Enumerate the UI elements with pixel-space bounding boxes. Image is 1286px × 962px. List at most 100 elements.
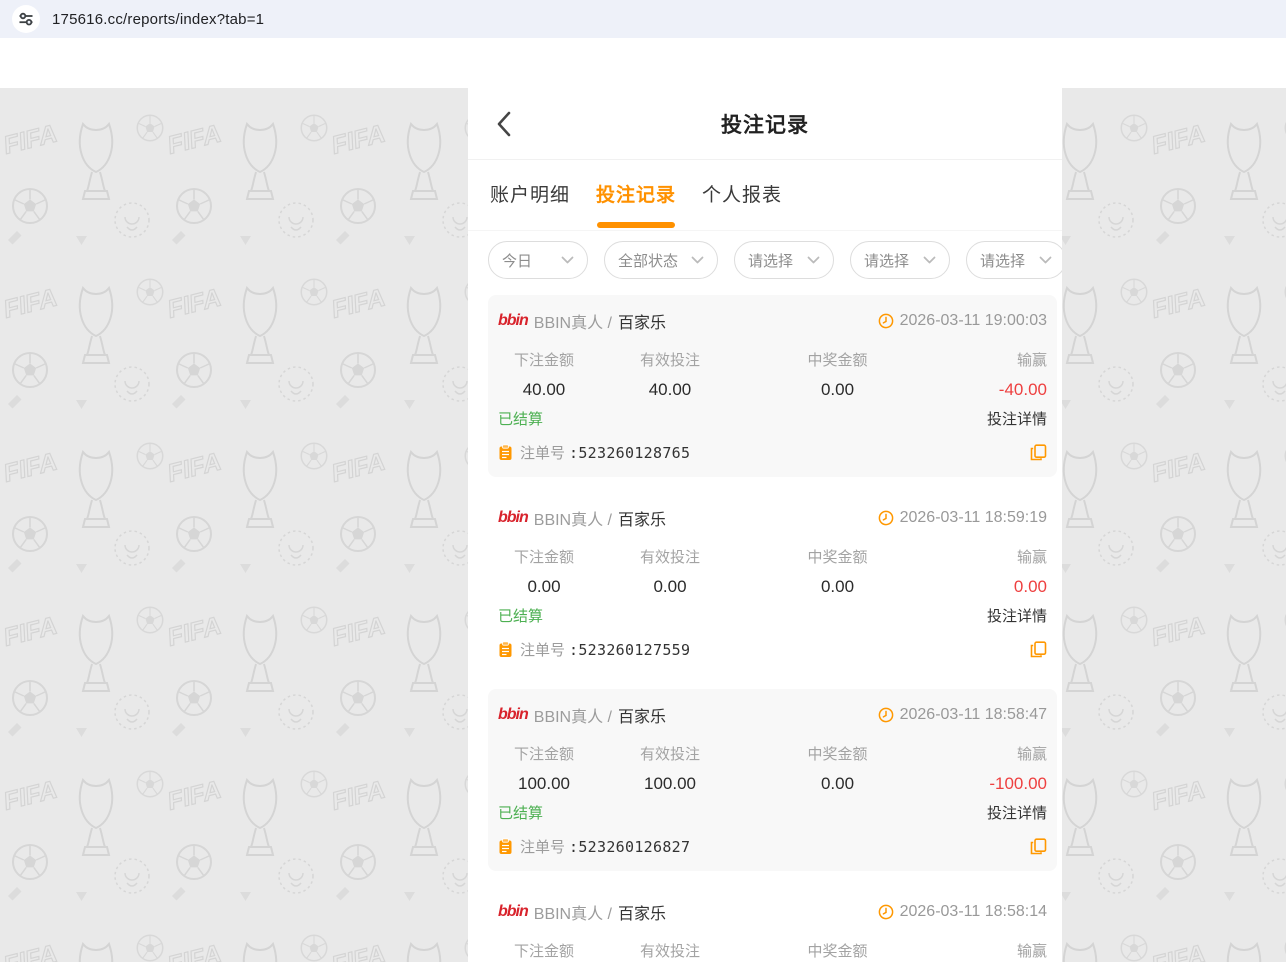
tune-icon <box>17 10 35 28</box>
chevron-down-icon <box>561 256 574 264</box>
bet-detail-link[interactable]: 投注详情 <box>987 605 1047 626</box>
stat-label-win-amount: 中奖金额 <box>750 940 925 961</box>
order-note-icon <box>498 641 513 658</box>
order-row: 注单号 :523260126827 <box>498 836 1047 857</box>
page-background: FIFA <box>0 88 1286 962</box>
filter-label: 请选择 <box>748 250 793 271</box>
stat-label-win-amount: 中奖金额 <box>750 743 925 764</box>
win-amount-value: 0.00 <box>750 577 925 597</box>
stat-label-win-loss: 输赢 <box>925 349 1047 370</box>
valid-bet-value: 100.00 <box>590 774 750 794</box>
filter-dropdown[interactable]: 全部状态 <box>604 241 718 279</box>
browser-url-bar[interactable]: 175616.cc/reports/index?tab=1 <box>0 0 1286 38</box>
clock-icon <box>878 510 894 526</box>
stat-label-win-amount: 中奖金额 <box>750 349 925 370</box>
page-title: 投注记录 <box>721 109 809 139</box>
chevron-down-icon <box>923 256 936 264</box>
game-name: 百家乐 <box>618 703 666 727</box>
time-group: 2026-03-11 18:58:14 <box>878 903 1047 921</box>
provider-name: BBIN真人 / <box>534 900 612 924</box>
tab-bet-records[interactable]: 投注记录 <box>596 180 676 230</box>
record-header-row: bbin BBIN真人 / 百家乐 2026-03-11 19:00:03 <box>498 309 1047 333</box>
filter-bar: 今日 全部状态 请选择 请选择 请选择 <box>468 231 1062 291</box>
records-list: bbin BBIN真人 / 百家乐 2026-03-11 19:00:03 下注… <box>468 291 1062 962</box>
order-note-icon <box>498 444 513 461</box>
filter-label: 请选择 <box>980 250 1025 271</box>
status-row: 已结算 投注详情 <box>498 408 1047 429</box>
stat-labels-row: 下注金额 40.00 有效投注 40.00 中奖金额 0.00 输赢 -40.0… <box>498 349 1047 400</box>
game-name: 百家乐 <box>618 309 666 333</box>
record-header-row: bbin BBIN真人 / 百家乐 2026-03-11 18:58:14 <box>498 900 1047 924</box>
stat-labels-row: 下注金额 0.00 有效投注 0.00 中奖金额 0.00 输赢 0.00 <box>498 546 1047 597</box>
game-name: 百家乐 <box>618 506 666 530</box>
bet-record-card: bbin BBIN真人 / 百家乐 2026-03-11 18:58:47 下注… <box>488 689 1057 871</box>
bbin-logo: bbin <box>498 903 528 921</box>
clock-icon <box>878 904 894 920</box>
clock-icon <box>878 313 894 329</box>
tab-label: 账户明细 <box>490 180 570 207</box>
win-loss-value: -40.00 <box>925 380 1047 400</box>
provider-name: BBIN真人 / <box>534 703 612 727</box>
filter-dropdown[interactable]: 今日 <box>488 241 588 279</box>
bet-detail-link[interactable]: 投注详情 <box>987 408 1047 429</box>
active-tab-underline <box>597 222 675 228</box>
tab-personal-report[interactable]: 个人报表 <box>702 180 782 230</box>
bet-timestamp: 2026-03-11 18:58:14 <box>900 903 1047 921</box>
back-button[interactable] <box>496 109 522 139</box>
bbin-logo: bbin <box>498 706 528 724</box>
bet-amount-value: 100.00 <box>498 774 590 794</box>
order-row: 注单号 :523260128765 <box>498 442 1047 463</box>
copy-icon <box>1030 641 1047 658</box>
status-row: 已结算 投注详情 <box>498 802 1047 823</box>
status-row: 已结算 投注详情 <box>498 605 1047 626</box>
stat-label-win-amount: 中奖金额 <box>750 546 925 567</box>
copy-icon <box>1030 838 1047 855</box>
filter-label: 今日 <box>502 250 532 271</box>
bet-record-card: bbin BBIN真人 / 百家乐 2026-03-11 18:58:14 下注… <box>488 886 1057 962</box>
stat-labels-row: 下注金额 100.00 有效投注 100.00 中奖金额 0.00 输赢 -10… <box>498 743 1047 794</box>
stat-label-win-loss: 输赢 <box>925 546 1047 567</box>
copy-order-button[interactable] <box>1030 641 1047 658</box>
bet-record-card: bbin BBIN真人 / 百家乐 2026-03-11 19:00:03 下注… <box>488 295 1057 477</box>
order-note-icon <box>498 838 513 855</box>
browser-content-gap <box>0 38 1286 88</box>
site-settings-button[interactable] <box>12 5 40 33</box>
provider-group: bbin BBIN真人 / 百家乐 <box>498 900 666 924</box>
stat-label-win-loss: 输赢 <box>925 743 1047 764</box>
order-number-label: 注单号 <box>520 639 565 660</box>
filter-dropdown[interactable]: 请选择 <box>850 241 950 279</box>
win-loss-value: 0.00 <box>925 577 1047 597</box>
settled-status-badge: 已结算 <box>498 408 543 429</box>
clock-icon <box>878 707 894 723</box>
bet-timestamp: 2026-03-11 19:00:03 <box>900 312 1047 330</box>
tab-bar: 账户明细 投注记录 个人报表 <box>468 160 1062 231</box>
stat-labels-row: 下注金额 100.00 有效投注 100.00 中奖金额 0.00 输赢 -10… <box>498 940 1047 962</box>
copy-order-button[interactable] <box>1030 838 1047 855</box>
order-row: 注单号 :523260127559 <box>498 639 1047 660</box>
time-group: 2026-03-11 18:59:19 <box>878 509 1047 527</box>
copy-order-button[interactable] <box>1030 444 1047 461</box>
stat-label-valid-bet: 有效投注 <box>590 743 750 764</box>
settled-status-badge: 已结算 <box>498 605 543 626</box>
win-amount-value: 0.00 <box>750 774 925 794</box>
filter-dropdown[interactable]: 请选择 <box>966 241 1062 279</box>
panel-header: 投注记录 <box>468 88 1062 160</box>
order-number-label: 注单号 <box>520 836 565 857</box>
chevron-down-icon <box>807 256 820 264</box>
bbin-logo: bbin <box>498 312 528 330</box>
bet-amount-value: 0.00 <box>498 577 590 597</box>
tab-underline <box>491 222 569 228</box>
provider-name: BBIN真人 / <box>534 506 612 530</box>
stat-label-valid-bet: 有效投注 <box>590 546 750 567</box>
stat-label-bet-amount: 下注金额 <box>498 349 590 370</box>
provider-group: bbin BBIN真人 / 百家乐 <box>498 506 666 530</box>
filter-label: 请选择 <box>864 250 909 271</box>
bbin-logo: bbin <box>498 509 528 527</box>
filter-dropdown[interactable]: 请选择 <box>734 241 834 279</box>
provider-name: BBIN真人 / <box>534 309 612 333</box>
bet-detail-link[interactable]: 投注详情 <box>987 802 1047 823</box>
tab-account-details[interactable]: 账户明细 <box>490 180 570 230</box>
url-text[interactable]: 175616.cc/reports/index?tab=1 <box>52 11 264 28</box>
tab-label: 个人报表 <box>702 180 782 207</box>
stat-label-bet-amount: 下注金额 <box>498 546 590 567</box>
